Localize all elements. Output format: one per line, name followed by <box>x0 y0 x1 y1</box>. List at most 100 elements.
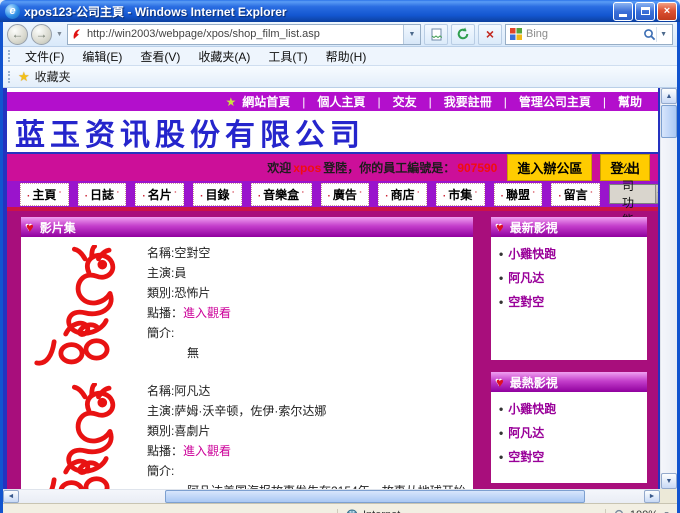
film-actors: 員 <box>174 266 187 280</box>
menu-tools[interactable]: 工具(T) <box>259 47 316 65</box>
watch-link[interactable]: 進入觀看 <box>183 306 231 320</box>
sidebar-film-list: • 小雞快跑 • 阿凡达 • 空對空 <box>491 392 647 483</box>
scroll-right-icon[interactable]: ► <box>644 490 660 503</box>
toolbar-grip <box>8 70 11 83</box>
film-section-header: ♥ 影片集 <box>21 217 473 237</box>
nav-link-help[interactable]: 幫助 <box>591 93 642 110</box>
bullet-icon: • <box>499 450 504 464</box>
toolbar-card-button[interactable]: 名片 <box>135 182 185 206</box>
bullet-icon: • <box>499 271 504 285</box>
toolbar-shop-button[interactable]: 商店 <box>378 182 427 206</box>
history-dropdown-icon[interactable]: ▼ <box>55 31 64 38</box>
stop-button[interactable]: × <box>478 23 502 45</box>
favorites-bar: ★ 收藏夹 <box>3 66 677 88</box>
film-panel: ♥ 影片集 名稱:空對空 主演:員 類別:恐怖片 點播：進入觀看 簡介: 無 名… <box>21 217 473 489</box>
hottest-films-box: ♥ 最熱影視 • 小雞快跑 • 阿凡达 • 空對空 <box>491 372 647 483</box>
sidebar-film-list: • 小雞快跑 • 阿凡达 • 空對空 <box>491 237 647 360</box>
scrollbar-corner <box>660 489 677 503</box>
browser-window: e xpos123-公司主頁 - Windows Internet Explor… <box>0 0 680 513</box>
maximize-button[interactable] <box>635 1 655 21</box>
horizontal-scrollbar[interactable]: ◄ ► <box>3 489 660 503</box>
window-border-left <box>0 22 3 513</box>
toolbar-blog-button[interactable]: 日誌 <box>77 182 127 206</box>
nav-link-friends[interactable]: 交友 <box>365 93 417 110</box>
back-button[interactable]: ← <box>7 23 28 45</box>
toolbar-market-button[interactable]: 市集 <box>435 182 485 206</box>
vertical-scrollbar[interactable]: ▲ ▼ <box>660 88 677 489</box>
sidebar-film-link[interactable]: 空對空 <box>508 295 544 309</box>
minimize-icon <box>619 14 627 17</box>
status-separator <box>337 508 338 513</box>
scroll-up-icon[interactable]: ▲ <box>661 88 677 104</box>
toolbar-directory-button[interactable]: 目錄 <box>193 182 242 206</box>
film-actors: 萨姆·沃辛顿，佐伊·索尔达娜 <box>174 404 327 418</box>
favorites-button[interactable]: 收藏夹 <box>35 68 71 85</box>
welcome-middle: 登陸，你的員工編號是： <box>323 161 456 175</box>
watch-link[interactable]: 進入觀看 <box>183 444 231 458</box>
status-zone-label: Internet <box>363 509 400 513</box>
heart-icon: ♥ <box>496 374 504 390</box>
film-details: 名稱:阿凡达 主演:萨姆·沃辛顿，佐伊·索尔达娜 類別:喜劇片 點播：進入觀看 … <box>147 383 465 490</box>
film-category-label: 類別: <box>147 286 175 300</box>
sidebar-film-link[interactable]: 小雞快跑 <box>508 247 556 261</box>
compatibility-view-button[interactable] <box>424 23 448 45</box>
nav-link-personal[interactable]: 個人主頁 <box>290 93 365 110</box>
sidebar-film-link[interactable]: 小雞快跑 <box>508 402 556 416</box>
toolbar-message-button[interactable]: 留言 <box>551 182 601 206</box>
vertical-scrollbar-thumb[interactable] <box>661 105 677 138</box>
forward-button[interactable]: → <box>31 23 52 45</box>
enter-office-button[interactable]: 進入辦公區 <box>507 154 593 181</box>
minimize-button[interactable] <box>613 1 633 21</box>
address-url[interactable]: http://win2003/webpage/xpos/shop_film_li… <box>87 28 403 40</box>
menu-help[interactable]: 帮助(H) <box>317 47 376 65</box>
address-bar[interactable]: http://win2003/webpage/xpos/shop_film_li… <box>66 23 421 45</box>
toolbar-alliance-button[interactable]: 聯盟 <box>493 182 543 206</box>
menu-edit[interactable]: 编辑(E) <box>73 47 131 65</box>
menu-favorites[interactable]: 收藏夹(A) <box>189 47 259 65</box>
bullet-icon: • <box>499 247 504 261</box>
menu-file[interactable]: 文件(F) <box>16 47 73 65</box>
list-item: • 小雞快跑 <box>499 400 643 417</box>
web-page: ★ 網站首頁 個人主頁 交友 我要註冊 管理公司主頁 幫助 蓝玉资讯股份有限公司… <box>3 88 660 489</box>
film-category-label: 類別: <box>147 424 175 438</box>
film-details: 名稱:空對空 主演:員 類別:恐怖片 點播：進入觀看 簡介: 無 <box>147 245 231 371</box>
list-item: • 阿凡达 <box>499 424 643 441</box>
film-category: 喜劇片 <box>174 424 211 438</box>
sidebar-film-link[interactable]: 空對空 <box>508 450 544 464</box>
list-item: • 小雞快跑 <box>499 245 643 262</box>
film-category: 恐怖片 <box>174 286 211 300</box>
search-box[interactable]: Bing ▼ <box>505 23 673 45</box>
nav-link-home[interactable]: 網站首頁 <box>242 93 290 110</box>
toolbar-musicbox-button[interactable]: 音樂盒 <box>250 182 312 206</box>
company-function-select[interactable]: 公司功能 ▼ <box>609 162 658 227</box>
zoom-level[interactable]: 100% <box>630 509 658 513</box>
list-item: • 空對空 <box>499 448 643 465</box>
refresh-icon <box>457 27 469 40</box>
scroll-left-icon[interactable]: ◄ <box>3 490 19 503</box>
search-input[interactable]: Bing <box>526 28 643 40</box>
film-actors-label: 主演: <box>147 404 175 418</box>
menu-view[interactable]: 查看(V) <box>131 47 189 65</box>
refresh-button[interactable] <box>451 23 475 45</box>
search-dropdown-icon[interactable]: ▼ <box>656 26 670 42</box>
sidebar-film-link[interactable]: 阿凡达 <box>508 426 544 440</box>
close-button[interactable]: × <box>657 1 677 21</box>
search-magnifier-icon[interactable] <box>643 28 656 41</box>
site-toolbar: 主頁 日誌 名片 目錄 音樂盒 廣告 商店 市集 聯盟 留言 公司功能 ▼ ▸未… <box>7 162 658 227</box>
sidebar-film-link[interactable]: 阿凡达 <box>508 271 544 285</box>
employee-number: 907590 <box>457 160 498 175</box>
film-list: 名稱:空對空 主演:員 類別:恐怖片 點播：進入觀看 簡介: 無 名稱:阿凡达 … <box>21 237 473 489</box>
nav-link-register[interactable]: 我要註冊 <box>417 93 492 110</box>
main-content: ♥ 影片集 名稱:空對空 主演:員 類別:恐怖片 點播：進入觀看 簡介: 無 名… <box>7 211 658 489</box>
address-dropdown-icon[interactable]: ▼ <box>403 24 420 44</box>
zoom-magnifier-icon <box>614 509 623 513</box>
horizontal-scrollbar-thumb[interactable] <box>165 490 585 503</box>
nav-link-manage[interactable]: 管理公司主頁 <box>492 93 591 110</box>
toolbar-home-button[interactable]: 主頁 <box>20 182 69 206</box>
film-name: 阿凡达 <box>174 384 211 398</box>
sidebar-section-header: ♥ 最熱影視 <box>491 372 647 392</box>
toolbar-grip <box>8 50 11 62</box>
bird-illustration <box>49 383 116 489</box>
scroll-down-icon[interactable]: ▼ <box>661 473 677 489</box>
toolbar-ads-button[interactable]: 廣告 <box>320 182 370 206</box>
